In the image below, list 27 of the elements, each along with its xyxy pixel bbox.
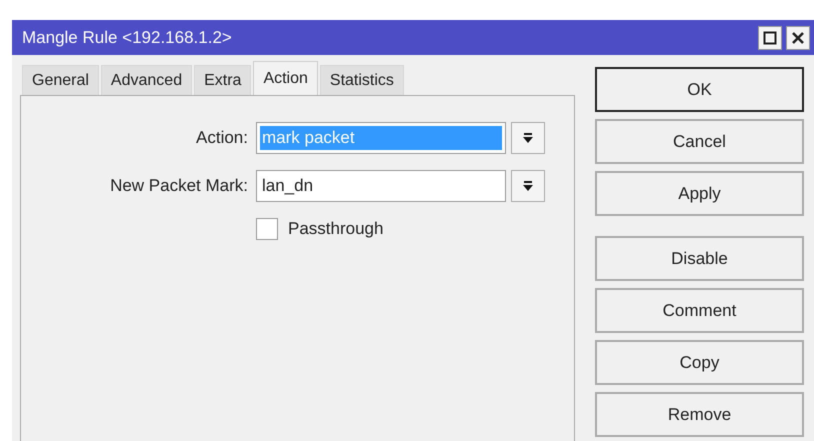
dialog-button[interactable]: Remove [595, 392, 804, 437]
checkbox-label: Passthrough [288, 219, 384, 239]
field-label: Action: [195, 128, 249, 148]
tab[interactable]: General [22, 65, 99, 95]
tab[interactable]: Action [253, 61, 318, 95]
maximize-button[interactable] [758, 26, 782, 50]
dialog-button[interactable]: Copy [595, 340, 804, 385]
tab[interactable]: Extra [194, 65, 252, 95]
field-label: New Packet Mark: [109, 176, 249, 196]
close-icon [791, 30, 805, 44]
maximize-icon [763, 30, 777, 44]
dialog-button[interactable]: Comment [595, 288, 804, 333]
tab[interactable]: Advanced [100, 65, 192, 95]
tab[interactable]: Statistics [320, 65, 404, 95]
window-title: Mangle Rule <192.168.1.2> [22, 28, 232, 48]
dialog-button[interactable]: Disable [595, 236, 804, 281]
dropdown-button[interactable] [511, 122, 545, 154]
dialog-button[interactable]: Cancel [595, 119, 804, 164]
dialog-button[interactable]: Apply [595, 171, 804, 216]
dropdown-arrow-icon [523, 180, 533, 192]
dialog-button[interactable]: OK [595, 67, 804, 112]
close-button[interactable] [786, 26, 810, 50]
dropdown-button[interactable] [511, 170, 545, 202]
dropdown-field[interactable]: lan_dn [256, 170, 506, 202]
field-value: lan_dn [261, 176, 314, 196]
dropdown-arrow-icon [523, 132, 533, 144]
checkbox[interactable] [256, 218, 278, 240]
